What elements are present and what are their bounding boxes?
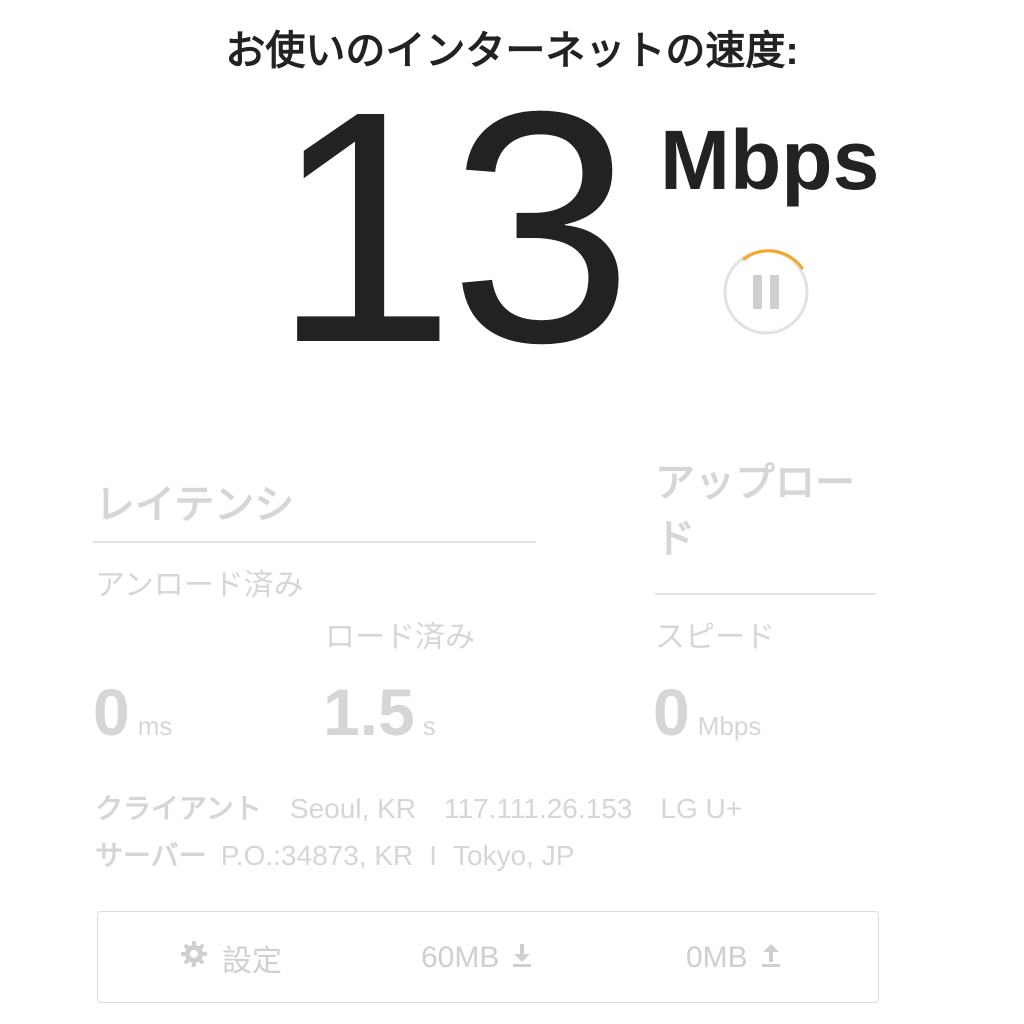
upload-speed-unit: Mbps xyxy=(697,711,762,741)
download-speed-value: 13 xyxy=(272,42,633,411)
progress-arc xyxy=(742,249,804,270)
upload-title: アップロード xyxy=(655,461,855,561)
client-isp: LG U+ xyxy=(660,793,743,824)
server-info: サーバー P.O.:34873, KR I Tokyo, JP xyxy=(95,836,574,876)
upload-divider xyxy=(655,593,876,595)
download-speed-unit: Mbps xyxy=(660,113,880,207)
latency-title: レイテンシ xyxy=(95,483,295,527)
gear-icon xyxy=(180,940,208,976)
unloaded-latency-stat: 0 ms xyxy=(93,672,172,771)
latency-divider xyxy=(93,541,536,543)
loaded-latency-label: ロード済み xyxy=(325,621,475,654)
download-size: 60MB xyxy=(421,941,500,974)
server-location[interactable]: Tokyo, JP xyxy=(453,840,574,871)
footer-bar: 設定 60MB 0MB xyxy=(97,911,879,1003)
upload-size: 0MB xyxy=(686,941,748,974)
download-data-usage: 60MB xyxy=(421,912,533,1004)
client-ip: 117.111.26.153 xyxy=(443,793,633,824)
server-id: P.O.:34873, KR xyxy=(220,840,414,871)
server-label: サーバー xyxy=(95,840,207,871)
upload-speed-label: スピード xyxy=(655,621,775,654)
settings-button[interactable]: 設定 xyxy=(180,912,282,1004)
pause-button[interactable] xyxy=(722,248,810,336)
server-separator: I xyxy=(429,840,438,871)
upload-speed-stat: 0 Mbps xyxy=(653,672,761,771)
unloaded-latency-unit: ms xyxy=(137,711,173,741)
client-label: クライアント xyxy=(95,793,262,824)
unloaded-latency-value: 0 xyxy=(93,675,130,749)
loaded-latency-unit: s xyxy=(422,711,436,741)
settings-label: 設定 xyxy=(222,945,282,978)
upload-speed-value: 0 xyxy=(653,675,690,749)
upload-arrow-icon xyxy=(760,941,782,975)
client-info: クライアント Seoul, KR 117.111.26.153 LG U+ xyxy=(95,789,770,829)
loaded-latency-value: 1.5 xyxy=(323,675,415,749)
client-location: Seoul, KR xyxy=(289,793,416,824)
download-arrow-icon xyxy=(511,941,533,975)
unloaded-latency-label: アンロード済み xyxy=(95,569,304,602)
pause-icon xyxy=(723,249,809,335)
upload-data-usage: 0MB xyxy=(686,912,782,1004)
loaded-latency-stat: 1.5 s xyxy=(323,672,436,771)
